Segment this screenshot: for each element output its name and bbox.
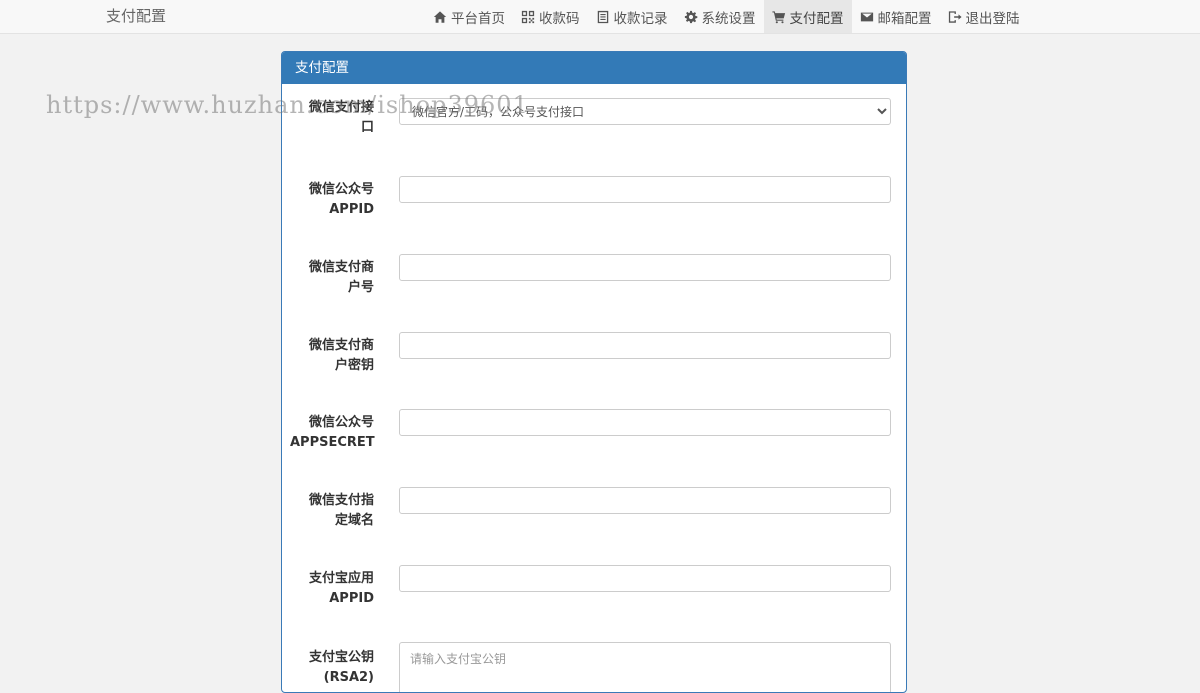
- panel-title: 支付配置: [282, 52, 906, 84]
- field-label-line2: 口: [360, 120, 374, 135]
- field-label-line1: 支付宝应用: [308, 571, 374, 586]
- nav-item-email-config[interactable]: 邮箱配置: [852, 0, 940, 33]
- nav-item-payment-config[interactable]: 支付配置: [763, 0, 852, 33]
- field-label-line1: 微信支付商: [308, 338, 374, 353]
- wechat-appid-input[interactable]: [399, 176, 891, 203]
- field-label-line2: (RSA2): [323, 670, 374, 685]
- wechat-interface-select[interactable]: 微信官方/工码，公众号支付接口: [399, 98, 891, 125]
- field-label: 微信支付商 户密钥: [290, 336, 374, 376]
- nav-item-label: 收款码: [539, 10, 580, 27]
- field-label-line1: 微信支付接: [308, 100, 374, 115]
- brand-title[interactable]: 支付配置: [106, 5, 166, 26]
- nav-item-logout[interactable]: 退出登陆: [940, 0, 1028, 33]
- field-label-line2: 户密钥: [334, 358, 374, 373]
- field-label-line2: 户号: [347, 280, 374, 295]
- field-label-line1: 微信公众号: [308, 415, 374, 430]
- nav-item-label: 退出登陆: [965, 10, 1020, 27]
- gear-icon: [684, 10, 697, 23]
- nav-item-qrcode[interactable]: 收款码: [513, 0, 588, 33]
- field-label-line1: 微信公众号: [308, 182, 374, 197]
- field-label: 支付宝公钥 (RSA2): [290, 648, 374, 688]
- nav-item-label: 支付配置: [789, 10, 844, 27]
- nav-item-label: 邮箱配置: [877, 10, 932, 27]
- nav-item-label: 系统设置: [701, 10, 756, 27]
- field-label-line2: APPSECRET: [290, 435, 375, 450]
- field-label-line2: 定域名: [334, 513, 374, 528]
- wechat-mch-id-input[interactable]: [399, 254, 891, 281]
- field-label: 微信公众号 APPSECRET: [290, 413, 375, 453]
- field-label-line2: APPID: [329, 591, 374, 606]
- field-label: 微信支付接 口: [290, 98, 374, 138]
- top-navbar: 支付配置 平台首页 收款码 收款记录 系统设置 支付配置 邮箱配置 退出登陆: [0, 0, 1200, 34]
- home-icon: [433, 10, 447, 23]
- field-label: 微信公众号 APPID: [290, 180, 374, 220]
- nav-item-records[interactable]: 收款记录: [588, 0, 676, 33]
- nav-item-settings[interactable]: 系统设置: [676, 0, 764, 33]
- payment-config-panel: 支付配置 微信支付接 口 微信官方/工码，公众号支付接口 微信公众号 APPID…: [281, 51, 907, 693]
- field-label-line1: 支付宝公钥: [308, 650, 374, 665]
- field-label: 支付宝应用 APPID: [290, 569, 374, 609]
- nav-item-label: 收款记录: [613, 10, 668, 27]
- logout-icon: [948, 10, 962, 23]
- wechat-appsecret-input[interactable]: [399, 409, 891, 436]
- envelope-icon: [860, 12, 873, 21]
- field-label-line2: APPID: [329, 202, 374, 217]
- field-label-line1: 微信支付商: [308, 260, 374, 275]
- cart-icon: [771, 10, 785, 23]
- alipay-appid-input[interactable]: [399, 565, 891, 592]
- nav-item-home[interactable]: 平台首页: [425, 0, 513, 33]
- list-icon: [597, 10, 608, 23]
- qrcode-icon: [521, 10, 535, 23]
- wechat-mch-key-input[interactable]: [399, 332, 891, 359]
- nav-menu: 平台首页 收款码 收款记录 系统设置 支付配置 邮箱配置 退出登陆: [425, 0, 1028, 33]
- wechat-domain-input[interactable]: [399, 487, 891, 514]
- field-label: 微信支付指 定域名: [290, 491, 374, 531]
- alipay-public-key-textarea[interactable]: [399, 642, 891, 692]
- nav-item-label: 平台首页: [451, 10, 505, 27]
- field-label-line1: 微信支付指: [308, 493, 374, 508]
- field-label: 微信支付商 户号: [290, 258, 374, 298]
